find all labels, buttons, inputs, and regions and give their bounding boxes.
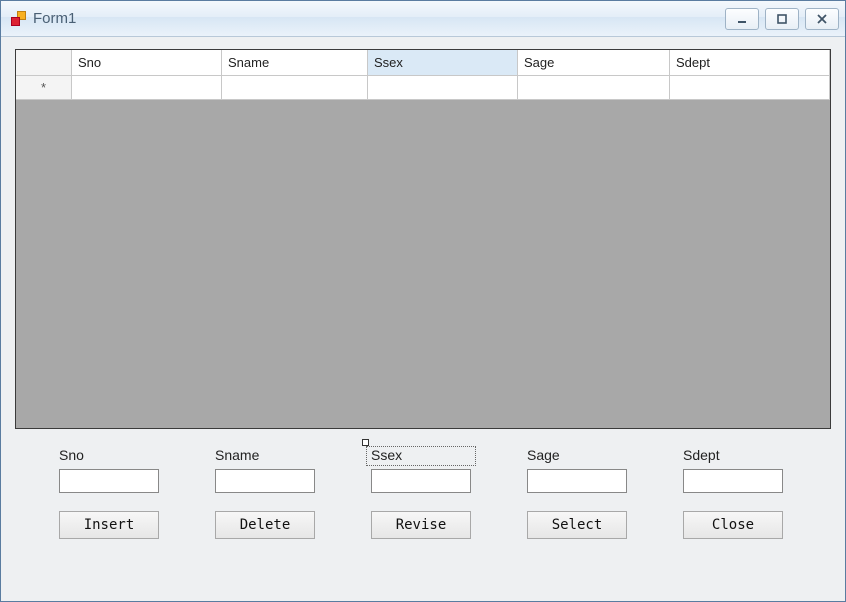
col-header-ssex[interactable]: Ssex (368, 50, 518, 76)
data-grid[interactable]: Sno Sname Ssex Sage Sdept * (15, 49, 831, 429)
cell-sdept[interactable] (670, 76, 830, 100)
col-header-sname[interactable]: Sname (222, 50, 368, 76)
designer-handle[interactable] (362, 439, 369, 446)
insert-button[interactable]: Insert (59, 511, 159, 539)
label-sdept: Sdept (683, 447, 783, 463)
input-sage[interactable] (527, 469, 627, 493)
field-sno: Sno (59, 447, 159, 493)
col-header-sdept[interactable]: Sdept (670, 50, 830, 76)
app-icon (11, 11, 27, 27)
input-sno[interactable] (59, 469, 159, 493)
grid-corner[interactable] (16, 50, 72, 76)
input-ssex[interactable] (371, 469, 471, 493)
label-sage: Sage (527, 447, 627, 463)
col-header-sno[interactable]: Sno (72, 50, 222, 76)
button-row: Insert Delete Revise Select Close (15, 511, 831, 543)
grid-empty-area (16, 100, 830, 428)
input-fields-row: Sno Sname Ssex Sage Sdept (15, 447, 831, 493)
maximize-button[interactable] (765, 8, 799, 30)
grid-new-row[interactable]: * (16, 76, 830, 100)
input-sdept[interactable] (683, 469, 783, 493)
row-header-new[interactable]: * (16, 76, 72, 100)
window-form1: Form1 Sno Sname Ssex Sage Sdept * (0, 0, 846, 602)
cell-sname[interactable] (222, 76, 368, 100)
cell-sage[interactable] (518, 76, 670, 100)
close-form-button[interactable]: Close (683, 511, 783, 539)
select-button[interactable]: Select (527, 511, 627, 539)
field-ssex: Ssex (371, 447, 471, 493)
window-title: Form1 (33, 10, 76, 27)
delete-button[interactable]: Delete (215, 511, 315, 539)
cell-ssex[interactable] (368, 76, 518, 100)
cell-sno[interactable] (72, 76, 222, 100)
close-button[interactable] (805, 8, 839, 30)
titlebar[interactable]: Form1 (1, 1, 845, 37)
label-ssex[interactable]: Ssex (366, 446, 476, 466)
minimize-button[interactable] (725, 8, 759, 30)
input-sname[interactable] (215, 469, 315, 493)
label-sno: Sno (59, 447, 159, 463)
field-sname: Sname (215, 447, 315, 493)
grid-header-row: Sno Sname Ssex Sage Sdept (16, 50, 830, 76)
col-header-sage[interactable]: Sage (518, 50, 670, 76)
label-sname: Sname (215, 447, 315, 463)
field-sage: Sage (527, 447, 627, 493)
field-sdept: Sdept (683, 447, 783, 493)
revise-button[interactable]: Revise (371, 511, 471, 539)
client-area: Sno Sname Ssex Sage Sdept * Sno (1, 37, 845, 601)
